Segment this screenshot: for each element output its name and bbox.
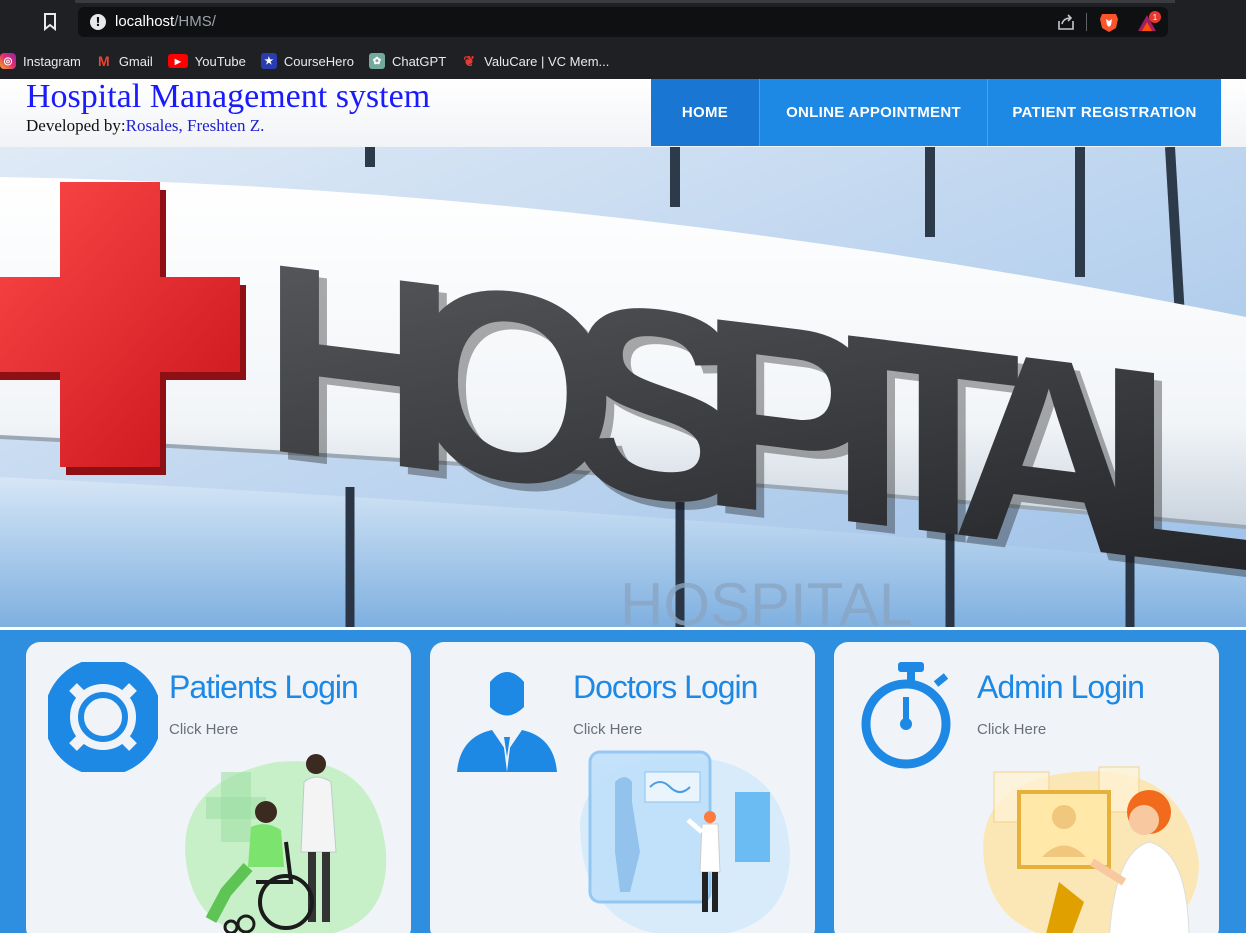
card-title: Patients Login xyxy=(169,669,359,705)
wheelchair-illustration xyxy=(166,742,396,933)
doctor-screen-illustration xyxy=(570,742,800,933)
stopwatch-icon xyxy=(856,662,966,772)
toolbar-separator xyxy=(1086,13,1087,31)
login-cards-section: Patients Login Click Here Doctors Login … xyxy=(0,630,1246,933)
admin-profile-illustration xyxy=(974,742,1204,933)
site-info-icon[interactable]: ! xyxy=(90,14,106,30)
lifebuoy-icon xyxy=(44,658,162,776)
bookmark-label: YouTube xyxy=(194,53,246,69)
hospital-sign-illustration: HOSPITAL HOSPITAL HOSPITAL xyxy=(0,147,1246,627)
tab-strip-edge xyxy=(75,0,1175,3)
instagram-icon: ◎ xyxy=(0,53,16,69)
bookmark-label: CourseHero xyxy=(283,53,354,69)
gmail-icon: M xyxy=(97,53,110,69)
bookmark-gmail[interactable]: M Gmail xyxy=(96,53,153,69)
bookmark-label: Instagram xyxy=(23,53,81,69)
developed-by-label: Developed by: xyxy=(26,116,126,135)
coursehero-icon: ★ xyxy=(260,53,277,69)
bookmark-coursehero[interactable]: ★ CourseHero xyxy=(260,53,354,69)
click-here-link[interactable]: Click Here xyxy=(573,721,642,739)
bookmark-label: ChatGPT xyxy=(391,53,447,69)
main-nav: HOME ONLINE APPOINTMENT PATIENT REGISTRA… xyxy=(651,79,1221,146)
click-here-link[interactable]: Click Here xyxy=(169,721,238,739)
nav-home[interactable]: HOME xyxy=(651,79,760,146)
rewards-count: 1 xyxy=(1153,13,1158,22)
nav-online-appointment[interactable]: ONLINE APPOINTMENT xyxy=(760,79,988,146)
url-host: localhost xyxy=(115,13,175,30)
brave-shields-icon[interactable] xyxy=(1098,11,1120,33)
youtube-icon: ▶ xyxy=(167,54,188,68)
share-icon[interactable] xyxy=(1056,13,1076,31)
doctors-login-card[interactable]: Doctors Login Click Here xyxy=(430,642,815,933)
web-page: Hospital Management system Developed by:… xyxy=(0,79,1246,933)
bookmarks-bar: ◎ Instagram M Gmail ▶ YouTube ★ CourseHe… xyxy=(0,43,1246,79)
developer-credit: Developed by:Rosales, Freshten Z. xyxy=(26,116,264,136)
url-path: /HMS/ xyxy=(174,13,216,30)
card-title: Admin Login xyxy=(977,669,1145,705)
hero-banner: HOSPITAL HOSPITAL HOSPITAL xyxy=(0,147,1246,627)
url-text: localhost/HMS/ xyxy=(115,13,216,31)
bookmark-label: ValuCare | VC Mem... xyxy=(484,53,610,69)
browser-address-bar-row: ! localhost/HMS/ 1 xyxy=(0,0,1246,43)
bookmark-instagram[interactable]: ◎ Instagram xyxy=(0,53,81,69)
admin-login-card[interactable]: Admin Login Click Here xyxy=(834,642,1219,933)
chatgpt-icon: ✿ xyxy=(368,53,385,69)
card-title: Doctors Login xyxy=(573,669,758,705)
brave-rewards-icon[interactable]: 1 xyxy=(1136,11,1162,33)
bookmark-youtube[interactable]: ▶ YouTube xyxy=(167,53,246,69)
bookmark-page-icon[interactable] xyxy=(40,11,60,33)
bookmark-label: Gmail xyxy=(118,53,153,69)
patients-login-card[interactable]: Patients Login Click Here xyxy=(26,642,411,933)
doctor-icon xyxy=(452,662,562,772)
site-title: Hospital Management system xyxy=(26,79,431,115)
url-bar[interactable]: ! localhost/HMS/ 1 xyxy=(78,7,1168,37)
bookmark-chatgpt[interactable]: ✿ ChatGPT xyxy=(368,53,447,69)
click-here-link[interactable]: Click Here xyxy=(977,721,1046,739)
bookmark-valucare[interactable]: ❦ ValuCare | VC Mem... xyxy=(461,53,609,69)
site-header: Hospital Management system Developed by:… xyxy=(0,79,1246,147)
valucare-icon: ❦ xyxy=(463,52,475,69)
developer-name: Rosales, Freshten Z. xyxy=(125,116,265,135)
nav-patient-registration[interactable]: PATIENT REGISTRATION xyxy=(988,79,1221,146)
